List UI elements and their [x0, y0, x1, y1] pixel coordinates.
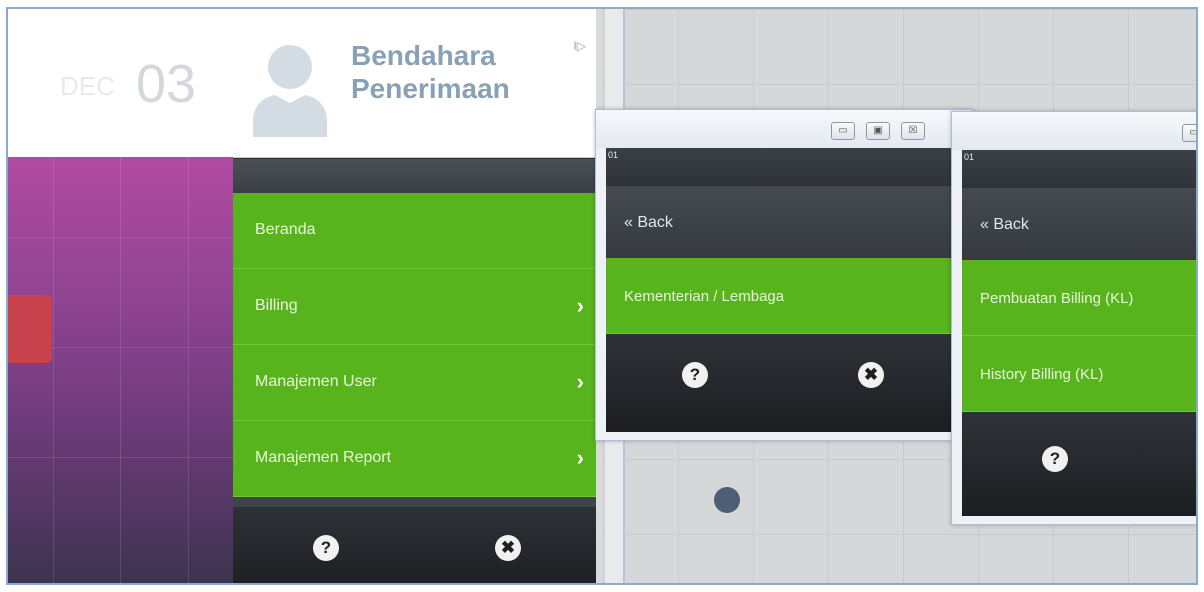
user-profile: Bendahara Penerimaan I▷ — [233, 9, 596, 158]
window-close-button[interactable]: ☒ — [901, 122, 925, 140]
menu-item-label: Manajemen Report — [255, 449, 392, 466]
chevron-right-icon: › — [576, 293, 584, 318]
window-header-band: 01 — [606, 148, 962, 186]
window-titlebar[interactable]: ▭ ▣ ☒ — [596, 110, 972, 148]
footer-strip — [233, 497, 596, 507]
logout-icon[interactable]: I▷ — [573, 39, 586, 53]
close-icon[interactable]: ✖ — [495, 535, 521, 561]
menu-header-band — [233, 159, 596, 193]
menu-footer: ? ✖ — [233, 497, 596, 583]
date-tile: DEC 03 — [8, 9, 234, 157]
menu-item-label: Kementerian / Lembaga — [624, 288, 785, 305]
window-header-band: 01 — [962, 150, 1196, 188]
menu-item-label: Pembuatan Billing (KL) — [980, 290, 1134, 307]
back-button[interactable]: « Back — [962, 188, 1196, 260]
back-button[interactable]: « Back — [606, 186, 962, 258]
back-label: « Back — [980, 216, 1029, 233]
main-menu-panel: Bendahara Penerimaan I▷ Beranda Billing … — [233, 9, 596, 583]
main-menu: Beranda Billing › Manajemen User › Manaj… — [233, 193, 596, 497]
window-body: 01 « Back Pembuatan Billing (KL) History… — [962, 150, 1196, 516]
window-titlebar[interactable]: ▭ — [952, 112, 1196, 150]
menu-item-label: Beranda — [255, 221, 316, 238]
chevron-right-icon: › — [576, 445, 584, 470]
avatar-icon — [249, 33, 331, 137]
minimize-button[interactable]: ▭ — [831, 122, 855, 140]
maximize-button[interactable]: ▣ — [866, 122, 890, 140]
menu-item-pembuatan-billing[interactable]: Pembuatan Billing (KL) — [962, 260, 1196, 336]
window-footer: ? ✖ — [606, 334, 962, 432]
date-month: DEC — [60, 71, 115, 101]
purple-tile-area — [8, 157, 233, 583]
side-tab[interactable] — [8, 295, 52, 363]
menu-item-kementerian-lembaga[interactable]: Kementerian / Lembaga › — [606, 258, 962, 334]
minimize-button[interactable]: ▭ — [1182, 124, 1196, 142]
chevron-right-icon: › — [576, 369, 584, 394]
window-body: 01 « Back Kementerian / Lembaga › ? ✖ — [606, 148, 962, 432]
help-icon[interactable]: ? — [1042, 446, 1068, 472]
close-icon[interactable]: ✖ — [858, 362, 884, 388]
menu-item-label: Manajemen User — [255, 373, 377, 390]
window-tag: 01 — [608, 150, 619, 160]
menu-item-manajemen-report[interactable]: Manajemen Report › — [233, 421, 596, 497]
back-label: « Back — [624, 214, 673, 231]
menu-item-billing[interactable]: Billing › — [233, 269, 596, 345]
window-footer: ? — [962, 412, 1196, 516]
date-day: 03 — [136, 54, 197, 114]
menu-item-label: History Billing (KL) — [980, 366, 1104, 383]
menu-item-manajemen-user[interactable]: Manajemen User › — [233, 345, 596, 421]
menu-item-history-billing[interactable]: History Billing (KL) — [962, 336, 1196, 412]
help-icon[interactable]: ? — [313, 535, 339, 561]
menu-item-beranda[interactable]: Beranda — [233, 193, 596, 269]
submenu-window-billing: ▭ ▣ ☒ 01 « Back Kementerian / Lembaga › … — [595, 109, 973, 441]
screen-frame: DEC 03 Bendahara Penerimaan I▷ Beranda B… — [6, 7, 1198, 585]
submenu-window-kl: ▭ 01 « Back Pembuatan Billing (KL) Histo… — [951, 111, 1196, 525]
indicator-dot — [714, 487, 740, 513]
help-icon[interactable]: ? — [682, 362, 708, 388]
menu-item-label: Billing — [255, 297, 298, 314]
window-tag: 01 — [964, 152, 975, 162]
profile-name: Bendahara Penerimaan — [351, 40, 510, 104]
